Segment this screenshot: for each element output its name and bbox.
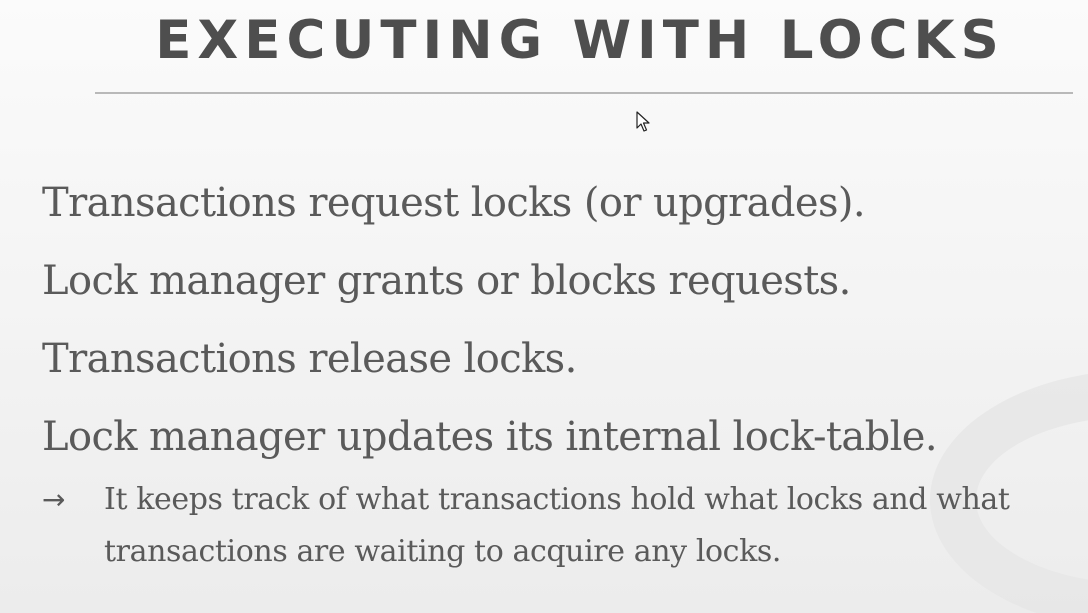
bullet-item: Lock manager grants or blocks requests.: [42, 258, 851, 304]
slide: EXECUTING WITH LOCKS Transactions reques…: [0, 0, 1088, 613]
bullet-item: Transactions release locks.: [42, 336, 577, 382]
title-divider: [95, 92, 1073, 94]
bullet-item: Transactions request locks (or upgrades)…: [42, 180, 866, 226]
bullet-list: Transactions request locks (or upgrades)…: [42, 170, 1082, 482]
arrow-right-icon: →: [42, 483, 66, 516]
bullet-item: Lock manager updates its internal lock-t…: [42, 414, 938, 460]
sub-bullet: → It keeps track of what transactions ho…: [42, 474, 1082, 578]
mouse-pointer-icon: [636, 111, 650, 132]
slide-title: EXECUTING WITH LOCKS: [155, 10, 1005, 71]
sub-bullet-text: It keeps track of what transactions hold…: [104, 482, 1010, 569]
